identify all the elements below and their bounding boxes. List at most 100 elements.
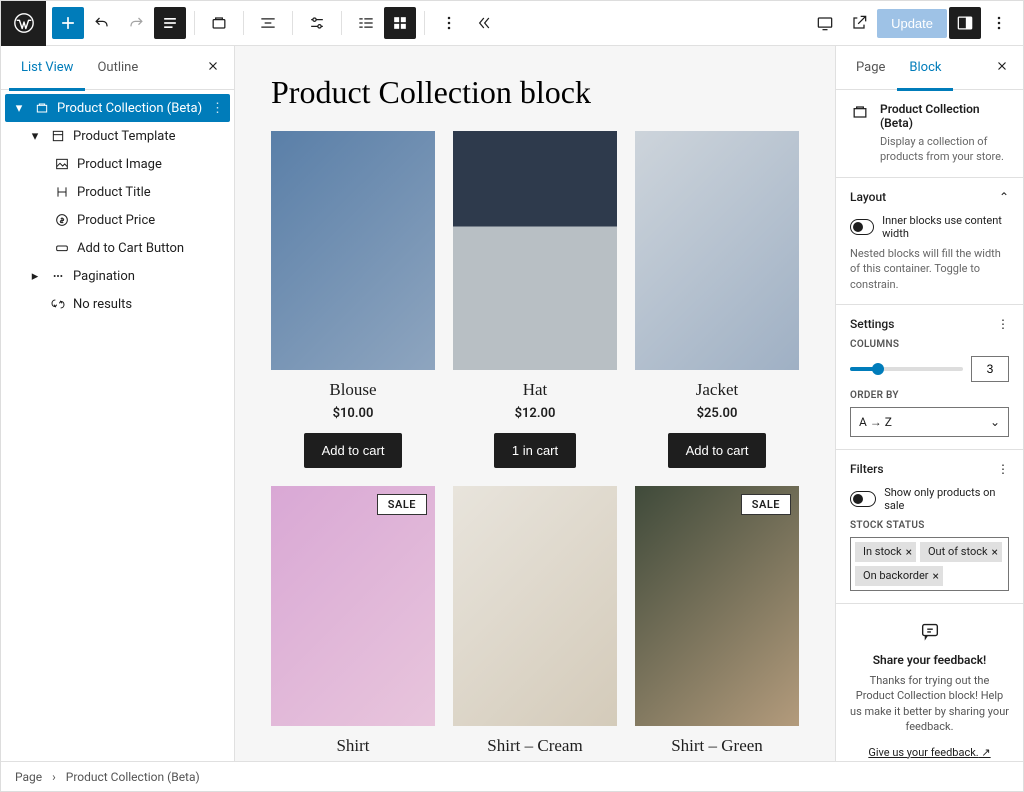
add-to-cart-button[interactable]: Add to cart (304, 433, 403, 468)
tree-item-product-price[interactable]: Product Price (5, 206, 230, 234)
more-icon[interactable]: ⋮ (211, 101, 224, 116)
external-link-button[interactable] (843, 7, 875, 39)
onsale-toggle[interactable] (850, 491, 876, 507)
product-card[interactable]: Jacket $25.00 Add to cart (635, 131, 799, 468)
content-width-toggle[interactable] (850, 219, 874, 235)
layout-icon (49, 128, 67, 144)
view-button[interactable] (809, 7, 841, 39)
align-button[interactable] (252, 7, 284, 39)
breadcrumb-item[interactable]: Product Collection (Beta) (66, 770, 200, 784)
chevron-down-icon: ▾ (27, 129, 43, 144)
breadcrumb-item[interactable]: Page (15, 770, 42, 784)
editor-canvas[interactable]: Product Collection block Blouse $10.00 A… (235, 46, 835, 761)
page-title[interactable]: Product Collection block (271, 74, 799, 111)
product-image: SALE (271, 486, 435, 725)
product-card[interactable]: Hat $12.00 1 in cart (453, 131, 617, 468)
layout-panel: Layout ⌃ Inner blocks use content width … (836, 178, 1023, 305)
columns-slider[interactable] (850, 367, 963, 371)
tree-item-product-image[interactable]: Product Image (5, 150, 230, 178)
remove-token-icon[interactable]: × (992, 545, 998, 559)
product-price: $10.00 (333, 406, 374, 421)
block-description: Display a collection of products from yo… (880, 134, 1009, 165)
tree-item-add-to-cart[interactable]: Add to Cart Button (5, 234, 230, 262)
product-card[interactable]: SALE Shirt $20.00$18.00 Add to cart (271, 486, 435, 761)
layout-panel-header[interactable]: Layout ⌃ (850, 190, 1009, 204)
sidebar-toggle-button[interactable] (949, 7, 981, 39)
tab-outline[interactable]: Outline (85, 46, 150, 90)
tree-item-label: Pagination (73, 269, 135, 284)
token-out-of-stock[interactable]: Out of stock× (920, 542, 1002, 562)
feedback-title: Share your feedback! (850, 653, 1009, 667)
close-panel-button[interactable] (200, 53, 226, 83)
more-icon[interactable]: ⋮ (997, 317, 1009, 331)
product-name: Blouse (329, 380, 376, 400)
more-options-button[interactable] (433, 7, 465, 39)
tree-item-product-title[interactable]: Product Title (5, 178, 230, 206)
filters-panel-header[interactable]: Filters ⋮ (850, 462, 1009, 476)
tree-item-label: Product Template (73, 129, 176, 144)
product-card[interactable]: Shirt – Cream $25.00 Add to cart (453, 486, 617, 761)
close-sidebar-button[interactable] (989, 53, 1015, 82)
tree-item-product-template[interactable]: ▾ Product Template (5, 122, 230, 150)
columns-button[interactable] (350, 7, 382, 39)
loop-icon (49, 296, 67, 312)
tree-item-label: Add to Cart Button (77, 241, 184, 256)
token-in-stock[interactable]: In stock× (855, 542, 916, 562)
tree-item-pagination[interactable]: ▸ Pagination (5, 262, 230, 290)
tree-item-no-results[interactable]: No results (5, 290, 230, 318)
collapse-button[interactable] (467, 7, 499, 39)
product-card[interactable]: Blouse $10.00 Add to cart (271, 131, 435, 468)
grid-view-button[interactable] (384, 7, 416, 39)
tab-list-view[interactable]: List View (9, 46, 85, 90)
product-name: Shirt (336, 736, 369, 756)
orderby-select[interactable]: A → Z ⌄ (850, 407, 1009, 437)
token-backorder[interactable]: On backorder× (855, 566, 943, 586)
block-name: Product Collection (Beta) (880, 102, 1009, 130)
chevron-up-icon: ⌃ (999, 190, 1009, 204)
stock-status-tokens[interactable]: In stock× Out of stock× On backorder× (850, 537, 1009, 591)
sale-badge: SALE (741, 494, 791, 515)
undo-button[interactable] (86, 7, 118, 39)
toggle-label: Show only products on sale (884, 486, 1009, 512)
block-icon[interactable] (203, 7, 235, 39)
product-image (271, 131, 435, 370)
settings-panel-header[interactable]: Settings ⋮ (850, 317, 1009, 331)
toolbar: Update (1, 1, 1023, 46)
tree-item-product-collection[interactable]: ▾ Product Collection (Beta) ⋮ (5, 94, 230, 122)
feedback-icon (850, 620, 1009, 645)
tab-block[interactable]: Block (897, 46, 953, 90)
product-card[interactable]: SALE Shirt – Green $25.00$18.00 Add to c… (635, 486, 799, 761)
update-button[interactable]: Update (877, 9, 947, 38)
tab-page[interactable]: Page (844, 46, 897, 90)
remove-token-icon[interactable]: × (906, 545, 912, 559)
redo-button[interactable] (120, 7, 152, 39)
more-icon[interactable]: ⋮ (997, 462, 1009, 476)
feedback-panel: Share your feedback! Thanks for trying o… (836, 604, 1023, 761)
button-icon (53, 240, 71, 256)
columns-input[interactable] (971, 356, 1009, 382)
add-to-cart-button[interactable]: Add to cart (668, 433, 767, 468)
toggle-label: Inner blocks use content width (882, 214, 1009, 240)
columns-label: Columns (850, 339, 1009, 350)
sale-badge: SALE (377, 494, 427, 515)
block-inserter-button[interactable] (52, 7, 84, 39)
chevron-down-icon: ▾ (11, 101, 27, 116)
separator (341, 11, 342, 35)
product-image (635, 131, 799, 370)
feedback-link[interactable]: Give us your feedback. ↗ (868, 746, 990, 759)
pagination-icon (49, 268, 67, 284)
document-overview-button[interactable] (154, 7, 186, 39)
options-button[interactable] (983, 7, 1015, 39)
document-overview-panel: List View Outline ▾ Product Collection (… (1, 46, 235, 761)
breadcrumb: Page › Product Collection (Beta) (1, 761, 1023, 791)
remove-token-icon[interactable]: × (933, 569, 939, 583)
chevron-right-icon: ▸ (27, 269, 43, 284)
add-to-cart-button[interactable]: 1 in cart (494, 433, 576, 468)
block-tree: ▾ Product Collection (Beta) ⋮ ▾ Product … (1, 90, 234, 761)
image-icon (53, 156, 71, 172)
price-icon (53, 212, 71, 228)
product-name: Shirt – Cream (487, 736, 582, 756)
settings-button[interactable] (301, 7, 333, 39)
wordpress-logo[interactable] (1, 1, 46, 46)
archive-icon (33, 100, 51, 116)
